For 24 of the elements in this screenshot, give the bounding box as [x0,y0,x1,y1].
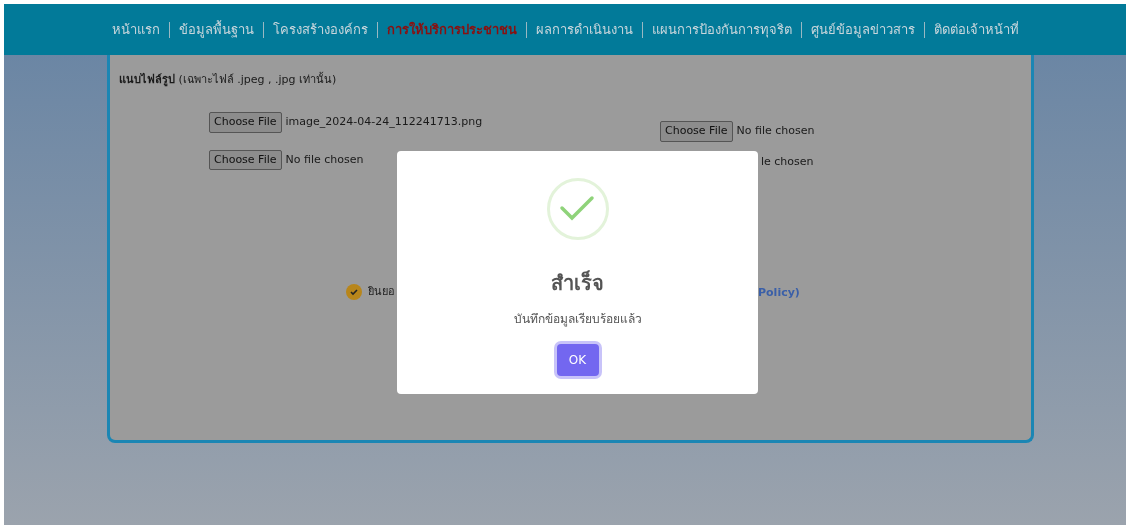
attach-label: แนบไฟล์รูป (เฉพาะไฟล์ .jpeg , .jpg เท่านั้น) [119,72,337,89]
nav-link[interactable]: แผนการป้องกันการทุจริต [642,21,801,38]
ok-button[interactable]: OK [556,344,599,376]
choose-file-button[interactable]: Choose File [209,149,282,170]
nav-link[interactable]: ศูนย์ข้อมูลข่าวสาร [801,21,924,38]
nav-link[interactable]: โครงสร้างองค์กร [263,21,377,38]
dialog-title: สำเร็จ [551,269,604,297]
file-name: No file chosen [736,123,815,139]
file-name: image_2024-04-24_112241713.png [285,114,483,130]
consent-checkbox[interactable] [346,284,362,301]
check-icon [349,287,359,298]
nav-link[interactable]: ข้อมูลพื้นฐาน [169,21,263,38]
nav-link[interactable]: ผลการดำเนินงาน [526,21,642,38]
nav-link[interactable]: ติดต่อเจ้าหน้าที่ [924,21,1028,38]
nav-link[interactable]: หน้าแรก [102,21,169,38]
file-name: le chosen [761,154,814,170]
file-name: No file chosen [285,151,364,168]
consent-text: ยินยอ [368,284,395,300]
choose-file-button[interactable]: Choose File [209,112,282,133]
choose-file-button[interactable]: Choose File [660,121,733,142]
dialog-message: บันทึกข้อมูลเรียบร้อยแล้ว [513,311,642,328]
nav-link[interactable]: การให้บริการประชาชน [377,21,526,38]
policy-link[interactable]: Policy) [758,285,800,302]
success-check-icon [546,178,609,240]
